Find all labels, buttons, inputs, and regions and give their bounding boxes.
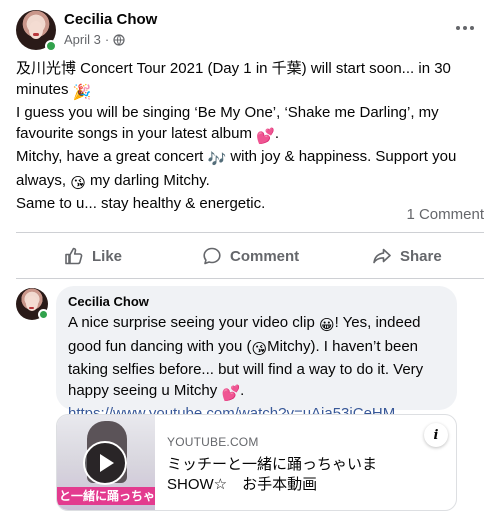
comment-count[interactable]: 1 Comment [406, 206, 484, 223]
comment-line: good fun dancing with you (😘Mitchy). I h… [68, 337, 445, 361]
comment-bubble: Cecilia Chow A nice surprise seeing your… [56, 286, 457, 422]
party-popper-emoji: 🎉 [72, 83, 92, 101]
post-line: 及川光博 Concert Tour 2021 (Day 1 in 千葉) wil… [16, 60, 451, 77]
avatar-lips [29, 307, 34, 309]
two-hearts-emoji: 💕 [221, 384, 241, 402]
more-options-button[interactable] [451, 18, 479, 38]
comment-label: Comment [230, 247, 300, 265]
avatar-face [29, 21, 43, 39]
post-meta: April 3 · [64, 32, 125, 47]
preview-title-line: ミッチーと一緒に踊っちゃいま [167, 456, 378, 473]
dot-icon [463, 26, 467, 30]
meta-separator: · [104, 32, 110, 47]
like-label: Like [92, 247, 123, 265]
online-status-dot [38, 309, 49, 320]
post-line: minutes 🎉 [16, 80, 486, 104]
online-status-dot [45, 40, 57, 52]
post-text: 及川光博 Concert Tour 2021 (Day 1 in 千葉) wil… [16, 59, 486, 215]
comment-line: A nice surprise seeing your video clip 😀… [68, 313, 445, 337]
divider [16, 232, 484, 233]
post-author-name[interactable]: Cecilia Chow [64, 11, 157, 28]
post-line: I guess you will be singing ‘Be My One’,… [16, 104, 439, 121]
link-preview-card[interactable]: と一緒に踊っちゃいま YOUTUBE.COM ミッチーと一緒に踊っちゃいま SH… [56, 414, 457, 511]
divider [16, 278, 484, 279]
share-button[interactable]: Share [372, 240, 442, 272]
speech-bubble-icon [203, 247, 221, 265]
play-button[interactable] [83, 441, 127, 485]
info-button[interactable]: i [424, 423, 448, 447]
preview-title[interactable]: ミッチーと一緒に踊っちゃいま SHOW☆ お手本動画 [167, 455, 447, 495]
share-arrow-icon [373, 248, 391, 264]
kiss-face-emoji: 😘 [70, 174, 86, 192]
thumbs-up-icon [65, 247, 83, 265]
like-button[interactable]: Like [64, 240, 122, 272]
comment-line: happy seeing u Mitchy 💕. [68, 381, 445, 405]
post-line: Mitchy, have a great concert 🎶 with joy … [16, 147, 486, 171]
play-icon [100, 454, 114, 472]
musical-notes-emoji: 🎶 [207, 151, 227, 168]
dot-icon [470, 26, 474, 30]
comment-button[interactable]: Comment [202, 240, 299, 272]
dot-icon [456, 26, 460, 30]
thumbnail-banner: と一緒に踊っちゃいま [57, 487, 155, 505]
globe-icon [113, 33, 125, 46]
preview-title-line: SHOW☆ お手本動画 [167, 476, 318, 493]
post-line: always, 😘 my darling Mitchy. [16, 171, 486, 195]
comment-line: taking selfies before... but will find a… [68, 361, 424, 378]
post-date[interactable]: April 3 [64, 32, 101, 47]
share-label: Share [400, 247, 442, 265]
video-thumbnail[interactable]: と一緒に踊っちゃいま [57, 415, 155, 510]
avatar-lips [33, 33, 39, 36]
two-hearts-emoji: 💕 [256, 127, 275, 145]
kiss-face-emoji: 😘 [251, 340, 268, 358]
commenter-name[interactable]: Cecilia Chow [68, 294, 445, 310]
preview-source: YOUTUBE.COM [167, 435, 259, 449]
post-line: favourite songs in your latest album 💕. [16, 124, 486, 148]
grinning-face-emoji: 😀 [318, 317, 335, 334]
